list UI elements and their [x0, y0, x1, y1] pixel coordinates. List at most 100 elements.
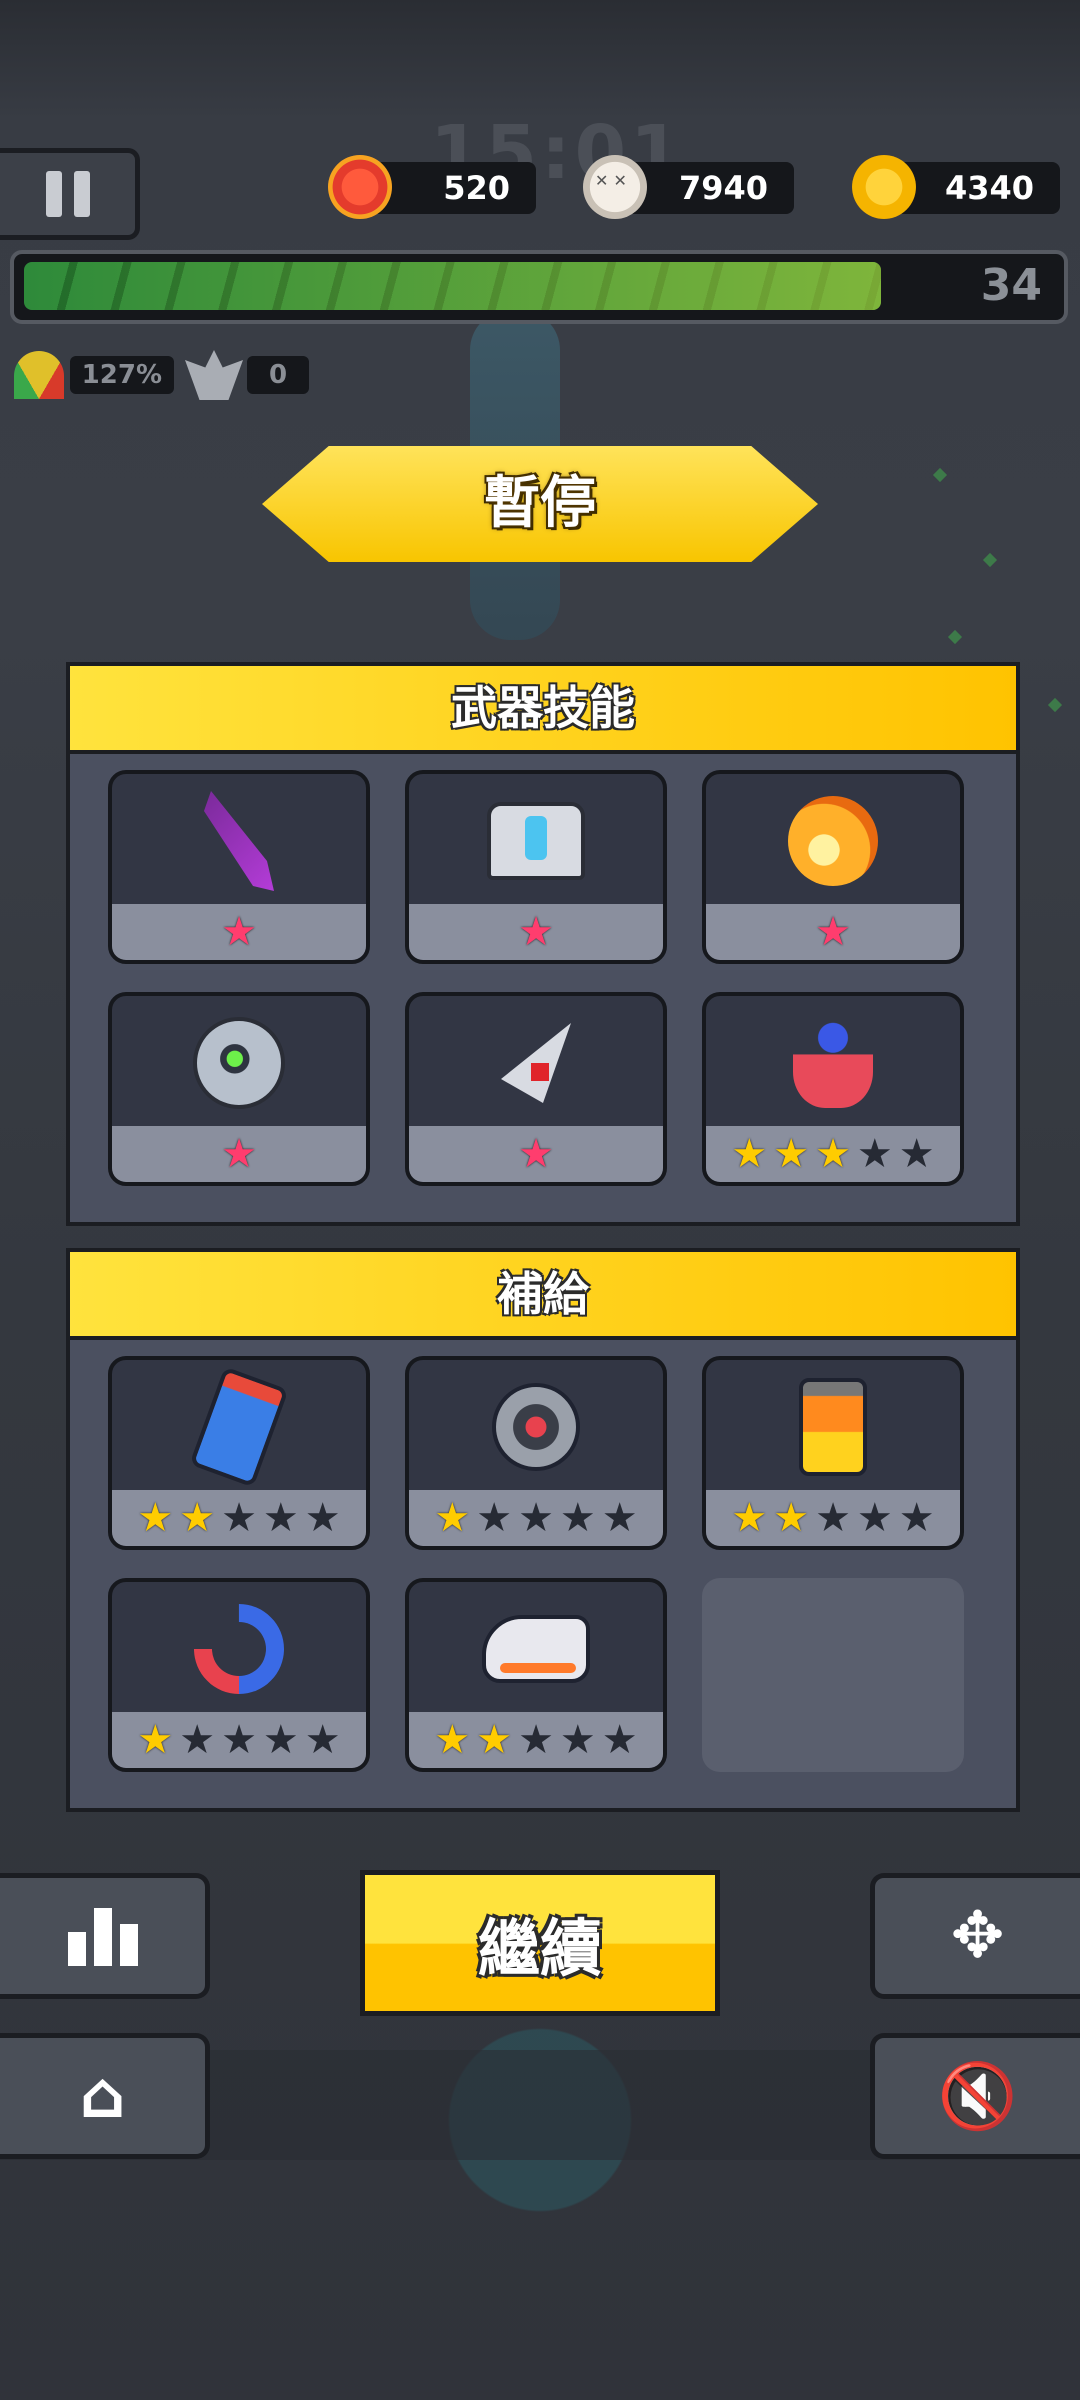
skill-slot[interactable]: ★ ★ ★ ★ ★ — [702, 1356, 964, 1550]
pause-title: 暫停 — [484, 471, 596, 536]
star-empty-icon: ★ — [304, 1495, 341, 1541]
star-filled-icon: ★ — [815, 909, 851, 955]
item-art — [409, 1360, 663, 1494]
star-filled-icon: ★ — [434, 1495, 471, 1541]
star-empty-icon: ★ — [179, 1717, 216, 1763]
item-art — [409, 1582, 663, 1716]
stats-button[interactable] — [0, 1873, 210, 1999]
skill-slot[interactable]: ★ ★ ★ ★ ★ — [702, 992, 964, 1186]
skill-slot[interactable]: ★ ★ ★ ★ ★ — [108, 1356, 370, 1550]
potion-bottle-icon — [189, 1366, 289, 1488]
item-art — [706, 1360, 960, 1494]
star-filled-icon: ★ — [518, 909, 554, 955]
star-filled-icon: ★ — [137, 1717, 174, 1763]
star-empty-icon: ★ — [518, 1495, 554, 1541]
crown-icon — [185, 350, 243, 400]
battery-icon — [799, 1378, 867, 1476]
star-rating: ★ — [706, 904, 960, 960]
speed-indicator: 127% — [14, 350, 174, 400]
star-empty-icon: ★ — [221, 1717, 257, 1763]
star-filled-icon: ★ — [221, 1131, 257, 1177]
star-empty-icon: ★ — [601, 1495, 638, 1541]
kills-value: 7940 — [678, 169, 768, 207]
star-empty-icon: ★ — [815, 1495, 851, 1541]
item-art — [112, 1360, 366, 1494]
star-rating: ★ — [409, 904, 663, 960]
star-filled-icon: ★ — [518, 1131, 554, 1177]
continue-label: 繼續 — [477, 1912, 602, 1985]
star-rating: ★ ★ ★ ★ ★ — [409, 1490, 663, 1546]
robot-helmet-icon — [487, 802, 585, 880]
star-rating: ★ — [112, 1126, 366, 1182]
star-rating: ★ ★ ★ ★ ★ — [112, 1712, 366, 1768]
star-empty-icon: ★ — [559, 1717, 596, 1763]
coin-value: 4340 — [944, 169, 1034, 207]
gear-core-icon — [492, 1383, 580, 1471]
skill-slot[interactable]: ★ — [108, 992, 370, 1186]
magnet-icon — [175, 1585, 303, 1713]
star-empty-icon: ★ — [898, 1131, 935, 1177]
fire-paw-icon — [788, 796, 878, 886]
star-rating: ★ ★ ★ ★ ★ — [112, 1490, 366, 1546]
star-empty-icon: ★ — [856, 1131, 893, 1177]
star-empty-icon: ★ — [559, 1495, 596, 1541]
empty-slot — [702, 1578, 964, 1772]
star-filled-icon: ★ — [434, 1717, 471, 1763]
star-rating: ★ — [409, 1126, 663, 1182]
pause-icon — [73, 171, 90, 217]
tesla-coil-icon — [793, 1018, 873, 1108]
star-filled-icon: ★ — [476, 1717, 513, 1763]
skill-slot[interactable]: ★ — [702, 770, 964, 964]
crystal-sword-icon — [204, 791, 274, 891]
home-icon: ⌂ — [79, 2059, 126, 2133]
skill-slot[interactable]: ★ — [405, 770, 667, 964]
pause-icon — [45, 171, 62, 217]
control-settings-button[interactable]: ✥ — [870, 1873, 1080, 1999]
skull-icon — [583, 155, 647, 219]
xp-gem — [932, 467, 948, 483]
ruby-dagger-icon — [501, 1023, 571, 1103]
star-filled-icon: ★ — [773, 1495, 810, 1541]
star-empty-icon: ★ — [601, 1717, 638, 1763]
bar-chart-icon — [67, 1906, 138, 1966]
mute-button[interactable]: 🔇 — [870, 2033, 1080, 2159]
star-rating: ★ ★ ★ ★ ★ — [706, 1126, 960, 1182]
pause-button[interactable] — [0, 148, 140, 240]
star-filled-icon: ★ — [137, 1495, 174, 1541]
star-empty-icon: ★ — [262, 1495, 299, 1541]
item-art — [409, 774, 663, 908]
skill-slot[interactable]: ★ ★ ★ ★ ★ — [108, 1578, 370, 1772]
star-empty-icon: ★ — [898, 1495, 935, 1541]
star-filled-icon: ★ — [731, 1131, 768, 1177]
skill-slot[interactable]: ★ — [405, 992, 667, 1186]
star-empty-icon: ★ — [221, 1495, 257, 1541]
star-filled-icon: ★ — [815, 1131, 851, 1177]
kill-streak-indicator: 0 — [185, 350, 310, 400]
skill-slot[interactable]: ★ — [108, 770, 370, 964]
weapons-panel-title: 武器技能 — [70, 666, 1016, 754]
star-rating: ★ ★ ★ ★ ★ — [409, 1712, 663, 1768]
mute-icon: 🔇 — [937, 2059, 1018, 2134]
item-art — [112, 774, 366, 908]
skill-slot[interactable]: ★ ★ ★ ★ ★ — [405, 1356, 667, 1550]
xp-gem — [1047, 697, 1063, 713]
kill-streak-value: 0 — [247, 356, 310, 394]
home-button[interactable]: ⌂ — [0, 2033, 210, 2159]
experience-fill — [24, 262, 881, 310]
xp-gem — [947, 629, 963, 645]
star-rating: ★ ★ ★ ★ ★ — [706, 1490, 960, 1546]
coin-icon — [852, 155, 916, 219]
star-empty-icon: ★ — [304, 1717, 341, 1763]
health-value: 520 — [443, 169, 510, 207]
continue-button[interactable]: 繼續 — [360, 1870, 720, 2016]
speedometer-icon — [14, 351, 64, 399]
star-rating: ★ — [112, 904, 366, 960]
item-art — [706, 996, 960, 1130]
star-empty-icon: ★ — [856, 1495, 893, 1541]
star-empty-icon: ★ — [262, 1717, 299, 1763]
skill-slot[interactable]: ★ ★ ★ ★ ★ — [405, 1578, 667, 1772]
item-art — [112, 996, 366, 1130]
supply-panel: 補給 ★ ★ ★ ★ ★ ★ ★ ★ ★ ★ ★ ★ ★ ★ ★ ★ ★ ★ ★ ★ ★ ★ ★ ★ ★ — [66, 1248, 1020, 1812]
speed-value: 127% — [69, 356, 174, 394]
eye-orb-icon — [193, 1017, 285, 1109]
